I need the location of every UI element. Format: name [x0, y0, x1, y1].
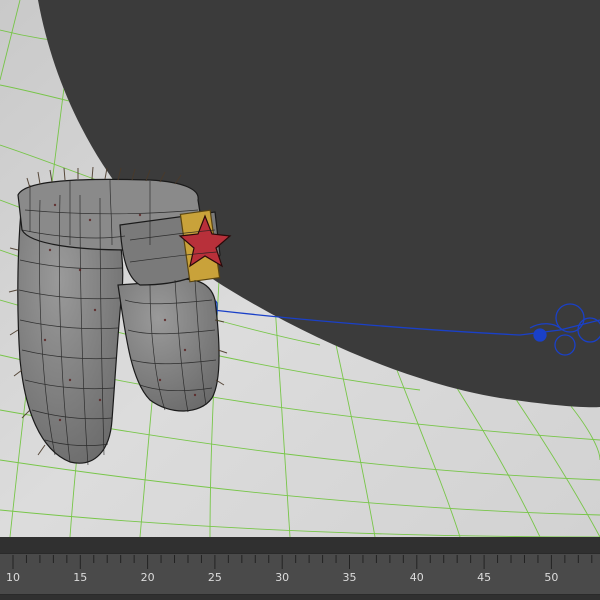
timeline-tick-label: 45: [477, 571, 492, 584]
timeline-tick-label: 30: [275, 571, 290, 584]
timeline-tick-label: 10: [6, 571, 20, 584]
timeline-tick-label: 50: [544, 571, 559, 584]
viewport-scene: [0, 0, 600, 537]
3d-viewport[interactable]: [0, 0, 600, 537]
app-window: 10 15 20 25 30 35 40 45 50: [0, 0, 600, 600]
timeline-ticks: [12, 555, 593, 569]
timeline-tick-label: 25: [207, 571, 222, 584]
timeline-bar[interactable]: 10 15 20 25 30 35 40 45 50: [0, 537, 600, 600]
timeline-tick-label: 15: [73, 571, 88, 584]
timeline-tick-label: 20: [140, 571, 155, 584]
timeline-tick-label: 35: [342, 571, 357, 584]
timeline-tick-label: 40: [409, 571, 424, 584]
